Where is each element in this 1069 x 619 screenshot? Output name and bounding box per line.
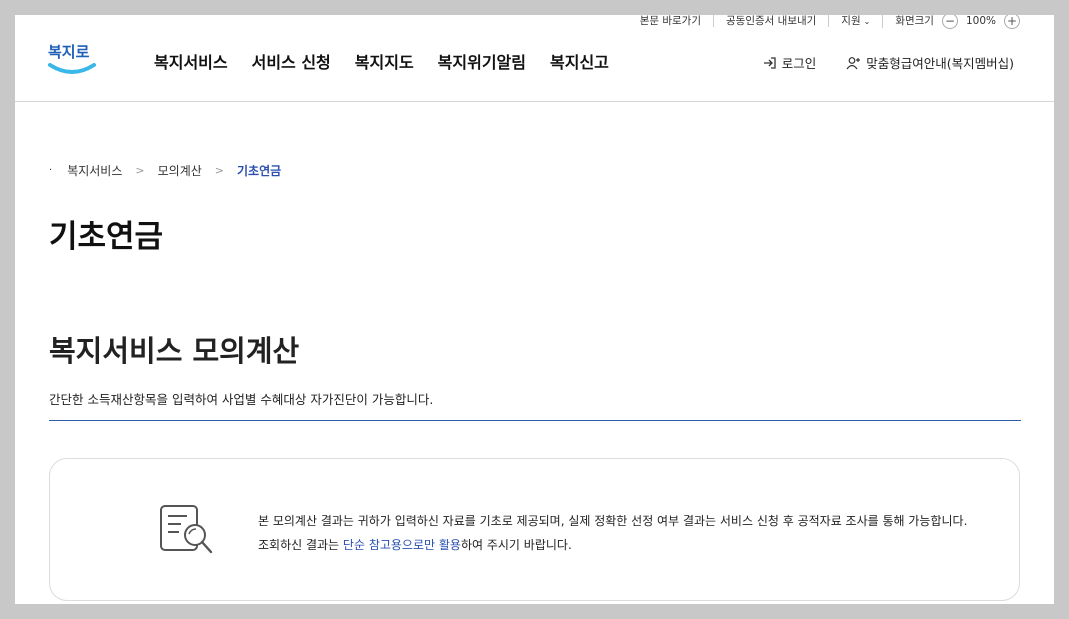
header-right-links: 로그인 맞춤형급여안내(복지멤버십) xyxy=(763,53,1014,72)
notice-box: 본 모의계산 결과는 귀하가 입력하신 자료를 기초로 제공되며, 실제 정확한… xyxy=(49,458,1020,601)
page-title: 기초연금 xyxy=(49,219,164,255)
membership-link[interactable]: 맞춤형급여안내(복지멤버십) xyxy=(846,53,1014,72)
notice-highlight: 단순 참고용으로만 활용 xyxy=(342,538,461,552)
browser-viewport: 본문 바로가기 공동인증서 내보내기 지원 ⌄ 화면크기 − 100% + 복지로… xyxy=(15,15,1054,604)
main-navigation: 복지서비스 서비스 신청 복지지도 복지위기알림 복지신고 xyxy=(154,49,633,73)
breadcrumb-current: 기초연금 xyxy=(237,164,282,178)
zoom-level: 100% xyxy=(965,15,996,27)
zoom-in-button[interactable]: + xyxy=(1004,15,1020,29)
breadcrumb-welfare-service[interactable]: 복지서비스 xyxy=(67,162,122,179)
notice-text-after: 하여 주시기 바랍니다. xyxy=(460,538,572,552)
site-header: 본문 바로가기 공동인증서 내보내기 지원 ⌄ 화면크기 − 100% + 복지로… xyxy=(15,15,1054,102)
document-search-icon xyxy=(160,505,213,554)
membership-label: 맞춤형급여안내(복지멤버십) xyxy=(866,56,1014,71)
font-size-label: 화면크기 xyxy=(895,15,934,27)
notice-text: 본 모의계산 결과는 귀하가 입력하신 자료를 기초로 제공되며, 실제 정확한… xyxy=(258,509,976,557)
chevron-right-icon: > xyxy=(135,164,145,177)
gnb-welfare-service[interactable]: 복지서비스 xyxy=(154,49,228,73)
chevron-right-icon: > xyxy=(214,164,224,177)
home-bullet-icon: · xyxy=(49,165,53,176)
skip-to-content-link[interactable]: 본문 바로가기 xyxy=(628,15,715,27)
logo-text: 복지로 xyxy=(48,43,90,61)
gnb-service-apply[interactable]: 서비스 신청 xyxy=(252,49,331,73)
logo-mark: 복지로 xyxy=(48,43,96,74)
section-description: 간단한 소득재산항목을 입력하여 사업별 수혜대상 자가진단이 가능합니다. xyxy=(49,392,434,407)
section-title: 복지서비스 모의계산 xyxy=(49,334,300,368)
chevron-down-icon: ⌄ xyxy=(863,16,871,26)
breadcrumb-simulation[interactable]: 모의계산 xyxy=(158,162,202,179)
breadcrumb: · 복지서비스 > 모의계산 > 기초연금 xyxy=(49,162,281,179)
user-add-icon xyxy=(846,56,861,69)
gnb-welfare-map[interactable]: 복지지도 xyxy=(355,49,414,73)
login-icon xyxy=(763,56,776,69)
font-size-control: 화면크기 − 100% + xyxy=(883,15,1020,29)
support-dropdown[interactable]: 지원 ⌄ xyxy=(829,15,884,28)
cert-export-link[interactable]: 공동인증서 내보내기 xyxy=(714,15,830,27)
gnb-crisis-alert[interactable]: 복지위기알림 xyxy=(438,49,526,73)
bokjiro-logo[interactable]: 복지로 xyxy=(47,35,97,81)
utility-bar: 본문 바로가기 공동인증서 내보내기 지원 ⌄ 화면크기 − 100% + xyxy=(628,15,1020,29)
section-divider xyxy=(49,420,1021,421)
login-label: 로그인 xyxy=(781,56,817,71)
support-label: 지원 xyxy=(841,15,861,27)
login-link[interactable]: 로그인 xyxy=(763,53,817,72)
gnb-welfare-report[interactable]: 복지신고 xyxy=(550,49,609,73)
zoom-out-button[interactable]: − xyxy=(941,15,958,29)
